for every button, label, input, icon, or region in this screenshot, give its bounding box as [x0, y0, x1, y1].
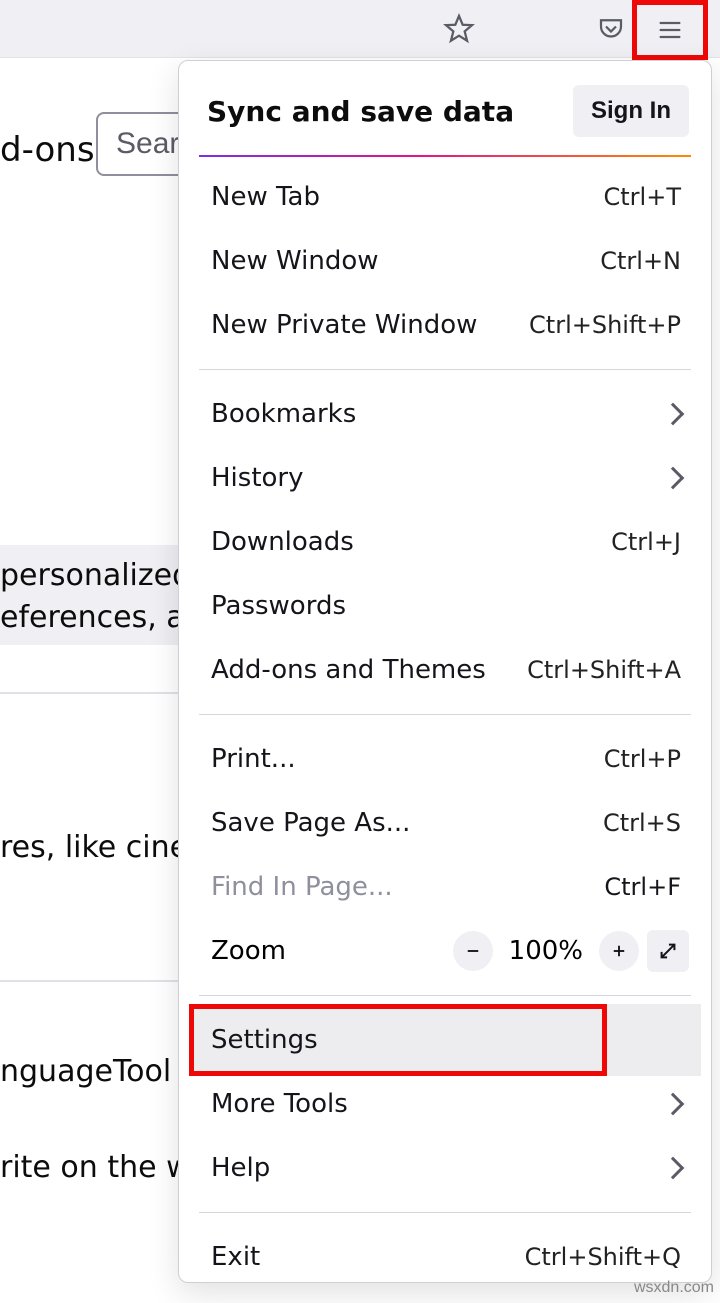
fullscreen-button[interactable] — [647, 930, 689, 972]
sign-in-button[interactable]: Sign In — [573, 85, 689, 137]
menu-item-shortcut: Ctrl+S — [603, 809, 681, 837]
settings-label: Settings — [211, 1025, 318, 1055]
menu-item-label: Add-ons and Themes — [211, 655, 486, 685]
menu-item-history[interactable]: History — [189, 446, 701, 510]
zoom-value: 100% — [509, 936, 583, 966]
menu-item-add-ons-and-themes[interactable]: Add-ons and Themes Ctrl+Shift+A — [189, 638, 701, 702]
bg-line-2: eferences, an — [0, 600, 204, 635]
chevron-right-icon — [662, 403, 685, 426]
menu-item-label: Passwords — [211, 591, 346, 621]
hamburger-highlight — [632, 0, 708, 60]
zoom-row: Zoom 100% — [189, 919, 701, 983]
zoom-out-button[interactable] — [453, 931, 493, 971]
menu-item-save-page-as[interactable]: Save Page As... Ctrl+S — [189, 791, 701, 855]
zoom-in-button[interactable] — [599, 931, 639, 971]
menu-item-print[interactable]: Print... Ctrl+P — [189, 727, 701, 791]
menu-item-shortcut: Ctrl+Shift+P — [529, 311, 681, 339]
menu-item-shortcut: Ctrl+T — [604, 183, 681, 211]
menu-item-label: Find In Page... — [211, 872, 393, 902]
pocket-button[interactable] — [592, 10, 630, 48]
menu-item-more-tools[interactable]: More Tools — [189, 1072, 701, 1136]
menu-item-label: New Tab — [211, 182, 320, 212]
star-icon — [442, 12, 476, 46]
menu-item-new-window[interactable]: New Window Ctrl+N — [189, 229, 701, 293]
menu-item-label: Print... — [211, 744, 296, 774]
menu-item-label: Bookmarks — [211, 399, 356, 429]
fullscreen-icon — [657, 940, 679, 962]
rule-2 — [0, 980, 180, 982]
menu-item-label: New Window — [211, 246, 379, 276]
minus-icon — [464, 942, 482, 960]
browser-toolbar — [0, 0, 720, 58]
separator — [199, 1212, 691, 1213]
pocket-icon — [596, 14, 626, 44]
menu-item-label: Save Page As... — [211, 808, 410, 838]
menu-item-settings[interactable]: Settings — [189, 1004, 701, 1076]
app-menu-panel: Sync and save data Sign In New Tab Ctrl+T… — [178, 60, 712, 1283]
menu-item-label: Exit — [211, 1242, 260, 1272]
bg-line-1: personalized — [0, 558, 191, 593]
menu-item-passwords[interactable]: Passwords — [189, 574, 701, 638]
bg-line-4: nguageTool — [0, 1054, 171, 1089]
menu-item-shortcut: Ctrl+Shift+A — [527, 656, 681, 684]
menu-item-new-private-window[interactable]: New Private Window Ctrl+Shift+P — [189, 293, 701, 357]
menu-item-shortcut: Ctrl+P — [604, 745, 681, 773]
menu-item-shortcut: Ctrl+Shift+Q — [525, 1243, 681, 1271]
addons-heading: d-ons — [0, 130, 95, 170]
menu-item-downloads[interactable]: Downloads Ctrl+J — [189, 510, 701, 574]
bookmark-star-button[interactable] — [440, 10, 478, 48]
zoom-label: Zoom — [211, 936, 453, 966]
menu-item-shortcut: Ctrl+N — [600, 247, 681, 275]
menu-item-help[interactable]: Help — [189, 1136, 701, 1200]
chevron-right-icon — [662, 1157, 685, 1180]
sync-title: Sync and save data — [207, 95, 514, 128]
menu-item-label: Help — [211, 1153, 270, 1183]
app-menu-button[interactable] — [640, 6, 700, 54]
separator — [199, 714, 691, 715]
menu-item-label: New Private Window — [211, 310, 477, 340]
separator — [199, 369, 691, 370]
chevron-right-icon — [662, 1093, 685, 1116]
menu-item-find-in-page[interactable]: Find In Page... Ctrl+F — [189, 855, 701, 919]
menu-item-bookmarks[interactable]: Bookmarks — [189, 382, 701, 446]
menu-item-label: Downloads — [211, 527, 354, 557]
menu-item-label: History — [211, 463, 304, 493]
menu-item-shortcut: Ctrl+F — [604, 873, 681, 901]
rule-1 — [0, 692, 180, 694]
menu-item-label: More Tools — [211, 1089, 348, 1119]
hamburger-menu-icon — [654, 16, 686, 44]
menu-item-shortcut: Ctrl+J — [611, 528, 681, 556]
menu-item-exit[interactable]: Exit Ctrl+Shift+Q — [189, 1225, 701, 1289]
separator — [199, 995, 691, 996]
plus-icon — [610, 942, 628, 960]
sync-row: Sync and save data Sign In — [189, 85, 701, 155]
gradient-rule — [199, 155, 691, 157]
chevron-right-icon — [662, 467, 685, 490]
menu-item-new-tab[interactable]: New Tab Ctrl+T — [189, 165, 701, 229]
watermark: wsxdn.com — [634, 1279, 714, 1297]
